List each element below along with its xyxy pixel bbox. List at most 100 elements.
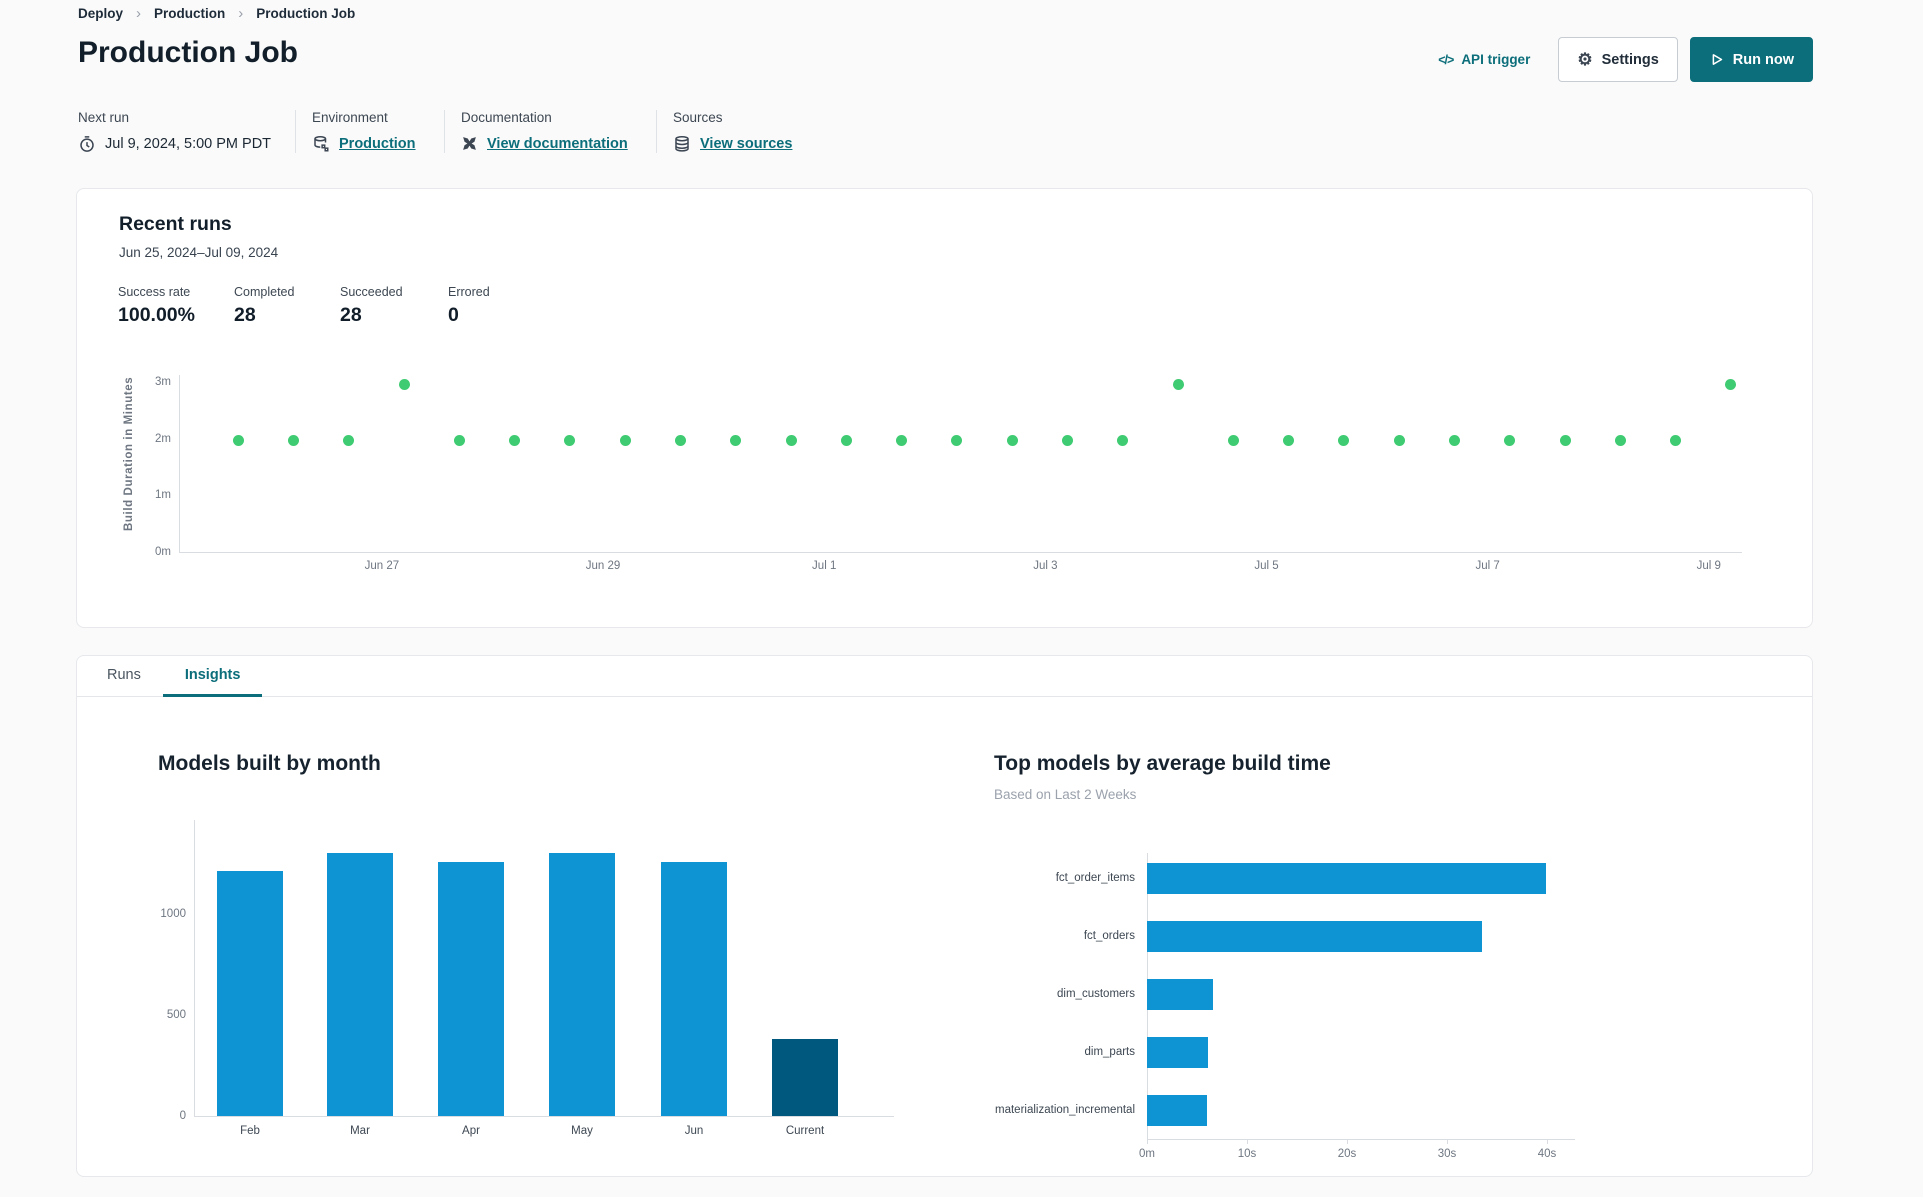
- month-bar-feb[interactable]: [217, 871, 283, 1116]
- model-bar-fct_orders[interactable]: [1147, 921, 1482, 952]
- run-data-point[interactable]: [343, 435, 355, 447]
- model-label: materialization_incremental: [995, 1104, 1135, 1116]
- model-bar-dim_customers[interactable]: [1147, 979, 1213, 1010]
- run-data-point[interactable]: [785, 435, 797, 447]
- model-bar-materialization_incremental[interactable]: [1147, 1095, 1207, 1126]
- model-bar-fct_order_items[interactable]: [1147, 863, 1546, 894]
- meta-link-text[interactable]: Production: [339, 136, 416, 152]
- database-icon: [312, 135, 330, 153]
- y-tick-label: 2m: [155, 432, 171, 445]
- hbar-x-tick-label: 0m: [1139, 1148, 1155, 1160]
- job-meta-row: Next run Jul 9, 2024, 5:00 PM PDT Environm…: [78, 110, 830, 153]
- month-label: Feb: [240, 1125, 260, 1137]
- tab-runs[interactable]: Runs: [85, 656, 163, 697]
- models-by-month-chart: 0 500 1000 Feb Mar Apr May Jun Current: [77, 656, 1812, 1176]
- breadcrumb-item-deploy[interactable]: Deploy: [78, 6, 123, 21]
- month-bar-jun[interactable]: [661, 862, 727, 1116]
- run-data-point[interactable]: [619, 435, 631, 447]
- month-bar-apr[interactable]: [438, 862, 504, 1116]
- api-trigger-label: API trigger: [1461, 52, 1531, 67]
- run-data-point[interactable]: [564, 435, 576, 447]
- run-data-point[interactable]: [951, 435, 963, 447]
- month-label: May: [571, 1125, 593, 1137]
- settings-button[interactable]: ⚙ Settings: [1558, 37, 1678, 82]
- col-y-tick-label: 0: [179, 1110, 186, 1122]
- run-data-point[interactable]: [1283, 435, 1295, 447]
- run-data-point[interactable]: [840, 435, 852, 447]
- top-models-chart: 0m 10s 20s 30s 40s fct_order_items fct_orders d…: [77, 656, 1812, 1176]
- meta-value: Jul 9, 2024, 5:00 PM PDT: [78, 135, 273, 153]
- model-label: dim_customers: [1057, 988, 1135, 1000]
- code-icon: </>: [1438, 52, 1454, 67]
- clock-icon: [78, 135, 96, 153]
- meta-label: Documentation: [461, 110, 552, 125]
- run-data-point[interactable]: [674, 435, 686, 447]
- meta-value-text: Jul 9, 2024, 5:00 PM PDT: [105, 136, 272, 152]
- hbar-x-tick-label: 10s: [1237, 1148, 1257, 1160]
- run-data-point[interactable]: [1449, 435, 1460, 447]
- y-axis-label: Build Duration in Minutes: [123, 376, 135, 531]
- breadcrumb-item-production[interactable]: Production: [154, 6, 225, 21]
- run-data-point[interactable]: [1117, 435, 1129, 447]
- run-data-point[interactable]: [1393, 435, 1405, 447]
- run-data-point[interactable]: [232, 435, 244, 447]
- run-data-point[interactable]: [896, 435, 908, 447]
- run-data-point[interactable]: [1725, 379, 1737, 391]
- run-data-point[interactable]: [1006, 435, 1018, 447]
- run-now-button[interactable]: Run now: [1689, 37, 1813, 82]
- x-tick-label: Jul 7: [1475, 560, 1500, 572]
- run-data-point[interactable]: [1670, 435, 1682, 447]
- hbar-x-tick-label: 30s: [1437, 1148, 1457, 1160]
- meta-next-run: Next run Jul 9, 2024, 5:00 PM PDT: [78, 110, 296, 153]
- run-data-point[interactable]: [287, 435, 299, 447]
- model-label: fct_order_items: [1055, 872, 1135, 884]
- tab-insights[interactable]: Insights: [162, 656, 263, 697]
- meta-link-text[interactable]: View documentation: [487, 136, 628, 152]
- month-bar-may[interactable]: [549, 853, 615, 1116]
- col-y-tick-label: 1000: [160, 908, 186, 920]
- models-by-month-title: Models built by month: [158, 752, 381, 775]
- x-axis-line: [179, 552, 1742, 553]
- run-data-point[interactable]: [1338, 435, 1350, 447]
- run-data-point[interactable]: [1172, 379, 1184, 391]
- month-bar-mar[interactable]: [327, 853, 393, 1116]
- meta-link-text[interactable]: View sources: [700, 136, 792, 152]
- play-icon: [1709, 52, 1724, 67]
- hbar-x-tick-mark: [1547, 1139, 1548, 1144]
- y-tick-label: 1m: [155, 489, 171, 502]
- sources-icon: [673, 135, 691, 153]
- page-title: Production Job: [78, 36, 298, 69]
- run-data-point[interactable]: [1559, 435, 1571, 447]
- meta-label: Sources: [673, 110, 723, 125]
- run-data-point[interactable]: [398, 379, 410, 391]
- run-data-point[interactable]: [453, 435, 465, 447]
- model-bar-dim_parts[interactable]: [1147, 1037, 1208, 1068]
- hbar-x-tick-mark: [1447, 1139, 1448, 1144]
- col-y-tick-label: 500: [166, 1009, 186, 1021]
- run-data-point[interactable]: [730, 435, 742, 447]
- api-trigger-link[interactable]: </> API trigger: [1438, 52, 1530, 67]
- meta-value: View documentation: [461, 135, 634, 152]
- run-data-point[interactable]: [1614, 435, 1626, 447]
- run-data-point[interactable]: [1504, 435, 1516, 447]
- month-bar-current[interactable]: [772, 1039, 838, 1116]
- meta-value: View sources: [673, 135, 792, 153]
- hbar-x-tick-mark: [1147, 1139, 1148, 1144]
- top-models-title: Top models by average build time: [994, 752, 1331, 775]
- meta-label: Next run: [78, 110, 130, 125]
- y-axis-line: [179, 375, 180, 552]
- hbar-x-tick-mark: [1247, 1139, 1248, 1144]
- hbar-x-axis-line: [1147, 1139, 1575, 1140]
- meta-documentation: Documentation View documentation: [461, 110, 657, 153]
- model-label: fct_orders: [1083, 930, 1135, 942]
- run-data-point[interactable]: [1061, 435, 1073, 447]
- breadcrumb-chevron-icon: ›: [136, 5, 142, 22]
- month-label: Mar: [350, 1125, 370, 1137]
- run-now-button-label: Run now: [1732, 51, 1794, 68]
- x-tick-label: Jun 27: [364, 560, 400, 572]
- run-data-point[interactable]: [1227, 435, 1239, 447]
- hbar-x-tick-label: 40s: [1537, 1148, 1557, 1160]
- settings-button-label: Settings: [1601, 51, 1659, 68]
- run-data-point[interactable]: [509, 435, 521, 447]
- col-y-axis-line: [194, 820, 195, 1116]
